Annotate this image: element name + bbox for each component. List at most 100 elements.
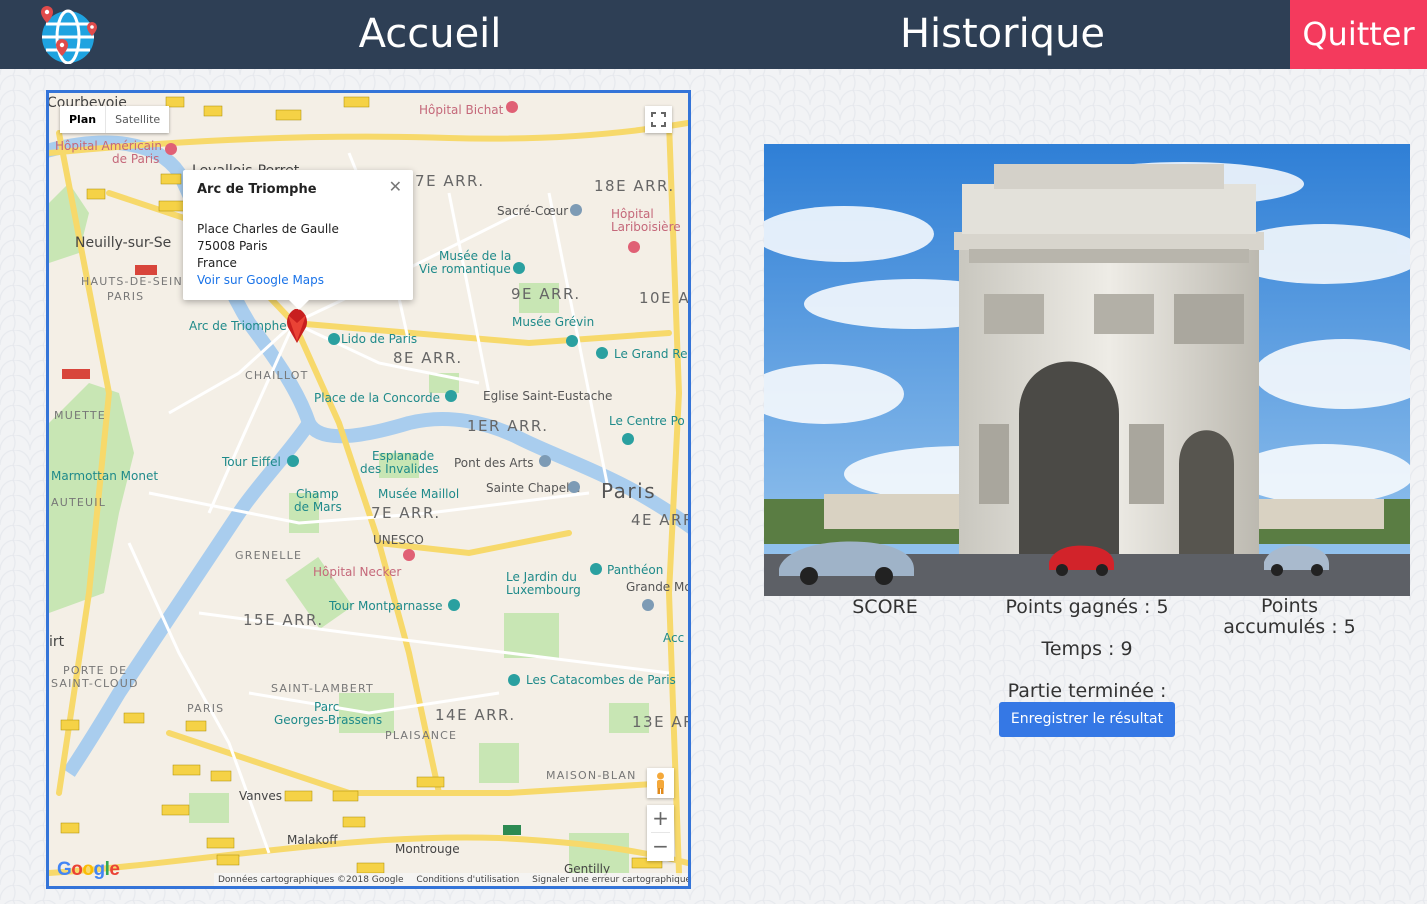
road-shield — [342, 816, 366, 828]
street-view-pegman[interactable] — [647, 768, 674, 798]
poi-sainte-chapelle: Sainte Chapelle — [486, 481, 580, 495]
quartier-chaillot: CHAILLOT — [245, 369, 309, 382]
info-window-tail — [289, 300, 309, 310]
quit-button[interactable]: Quitter — [1290, 0, 1427, 69]
poi-luxembourg-1: Le Jardin du — [506, 570, 577, 584]
google-map[interactable]: 17E ARR. 18E ARR. 9E ARR. 10E A 8E ARR. … — [46, 90, 691, 889]
town-irt: irt — [49, 634, 65, 650]
poi-tour-eiffel: Tour Eiffel — [221, 455, 281, 469]
report-error-link[interactable]: Signaler une erreur cartographique — [532, 875, 688, 885]
road-shield — [185, 720, 207, 732]
district-15: 15E ARR. — [243, 611, 324, 629]
label-hauts-de-seine: HAUTS-DE-SEINE — [81, 275, 191, 288]
poi-lido: Lido de Paris — [341, 332, 417, 346]
map-type-plan-button[interactable]: Plan — [60, 106, 105, 133]
points-accumulated-line-2: accumulés : 5 — [1223, 616, 1356, 638]
time-value: Temps : 9 — [1041, 638, 1133, 660]
quartier-plaisance: PLAISANCE — [385, 729, 457, 742]
road-shield — [332, 790, 359, 802]
district-7: 7E ARR. — [371, 504, 441, 522]
museum-icon — [622, 433, 634, 445]
google-logo: Google — [57, 859, 120, 880]
town-neuilly: Neuilly-sur-Se — [75, 235, 171, 251]
poi-musee-vie-2: Vie romantique — [419, 262, 511, 276]
fullscreen-icon — [651, 112, 666, 127]
road-shield — [62, 369, 90, 379]
poi-arc-de-triomphe: Arc de Triomphe — [189, 319, 287, 333]
poi-montparnasse: Tour Montparnasse — [328, 599, 443, 613]
district-13: 13E AR — [632, 713, 688, 731]
points-gained: Points gagnés : 5 — [1005, 596, 1169, 618]
poi-grand-rex: Le Grand Re — [614, 347, 687, 361]
poi-concorde: Place de la Concorde — [314, 391, 440, 405]
town-malakoff: Malakoff — [287, 833, 338, 847]
close-icon[interactable]: ✕ — [389, 177, 402, 196]
quartier-muette: MUETTE — [54, 409, 106, 422]
game-over-label: Partie terminée : — [1007, 680, 1167, 702]
label-paris-small: PARIS — [107, 290, 144, 303]
road-shield — [135, 265, 157, 275]
road-shield — [203, 105, 223, 117]
museum-icon — [566, 335, 578, 347]
district-14: 14E ARR. — [435, 706, 516, 724]
landmark-icon — [642, 599, 654, 611]
zoom-out-button[interactable]: − — [647, 833, 674, 860]
points-accumulated: Points accumulés : 5 — [1212, 596, 1367, 638]
hospital-icon — [403, 549, 415, 561]
info-window-title: Arc de Triomphe — [197, 182, 317, 197]
road-shield — [206, 837, 235, 849]
road-shield — [356, 862, 385, 874]
landmark-icon — [568, 481, 580, 493]
cinema-icon — [596, 347, 608, 359]
poi-hopital-americain-1: Hôpital Américain — [55, 139, 162, 153]
nav-history-link[interactable]: Historique — [860, 8, 1145, 60]
district-1: 1ER ARR. — [467, 417, 549, 435]
poi-hopital-bichat: Hôpital Bichat — [419, 103, 504, 117]
district-10: 10E A — [639, 289, 688, 307]
view-on-google-maps-link[interactable]: Voir sur Google Maps — [197, 273, 324, 287]
map-type-satellite-button[interactable]: Satellite — [105, 106, 169, 133]
poi-hopital-americain-2: de Paris — [112, 152, 159, 166]
globe-pin-icon[interactable] — [38, 4, 100, 64]
city-label-paris: Paris — [601, 479, 656, 503]
poi-grevin: Musée Grévin — [512, 315, 594, 329]
poi-lariboisiere-2: Lariboisière — [611, 220, 681, 234]
poi-centre-pompidou: Le Centre Po — [609, 414, 685, 428]
road-shield — [161, 804, 190, 816]
quartier-saint-lambert: SAINT-LAMBERT — [271, 682, 374, 695]
road-shield — [172, 764, 201, 776]
landmark-icon — [570, 204, 582, 216]
map-type-control: Plan Satellite — [60, 106, 170, 133]
road-shield — [60, 822, 80, 834]
terms-of-use-link[interactable]: Conditions d'utilisation — [416, 875, 519, 885]
nav-home-link[interactable]: Accueil — [300, 8, 560, 60]
poi-esplanade-2: des Invalides — [360, 462, 439, 476]
fullscreen-button[interactable] — [645, 106, 672, 133]
road-shield — [284, 790, 313, 802]
poi-champ-1: Champ — [296, 487, 339, 501]
save-result-button[interactable]: Enregistrer le résultat — [999, 702, 1175, 737]
score-heading: SCORE — [852, 596, 918, 618]
poi-champ-2: de Mars — [294, 500, 342, 514]
info-address-line-1: Place Charles de Gaulle — [197, 222, 339, 236]
poi-grande-mosquee: Grande Mo — [626, 580, 688, 594]
poi-necker: Hôpital Necker — [313, 565, 401, 579]
top-navbar: Accueil Historique Quitter — [0, 0, 1427, 69]
label-paris-14: PARIS — [187, 702, 224, 715]
map-data-attribution: Données cartographiques ©2018 Google — [218, 875, 404, 885]
landmark-icon — [287, 455, 299, 467]
zoom-in-button[interactable]: + — [647, 805, 674, 832]
district-18: 18E ARR. — [594, 177, 675, 195]
poi-maillol: Musée Maillol — [378, 487, 459, 501]
road-shield — [60, 719, 80, 731]
landmark-icon — [445, 390, 457, 402]
info-address-line-3: France — [197, 256, 237, 270]
museum-icon — [508, 674, 520, 686]
road-shield — [216, 854, 240, 866]
landmark-icon — [539, 455, 551, 467]
poi-lariboisiere-1: Hôpital — [611, 207, 654, 221]
poi-acc: Acc — [663, 631, 684, 645]
landmark-icon — [448, 599, 460, 611]
poi-brassens-1: Parc — [314, 700, 339, 714]
theater-icon — [328, 333, 340, 345]
